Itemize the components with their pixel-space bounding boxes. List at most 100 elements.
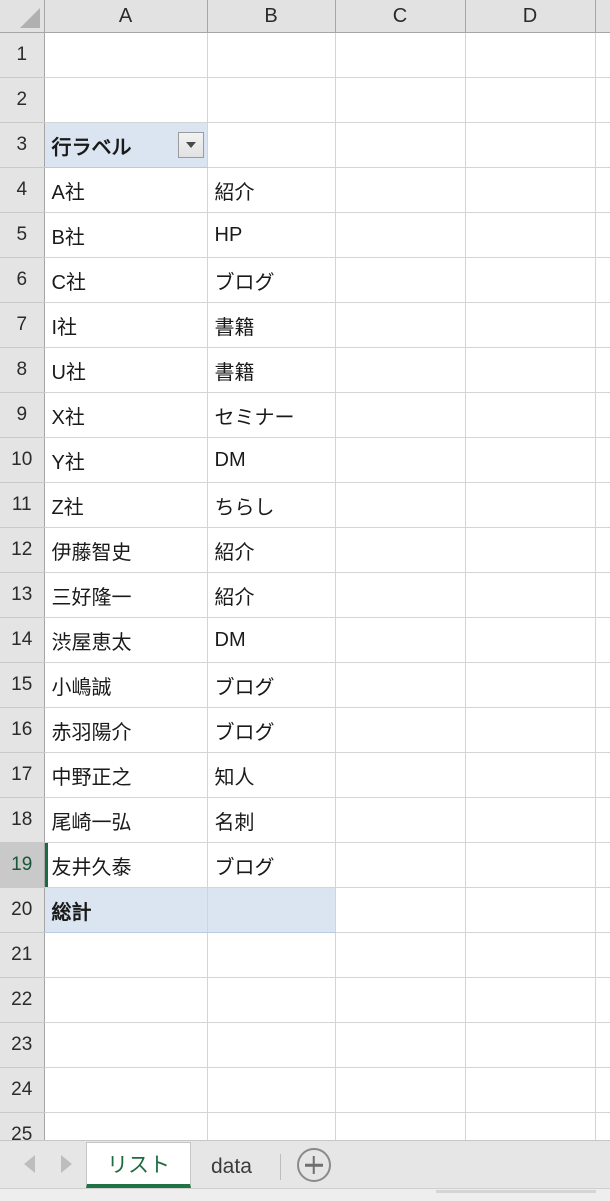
cell-B7[interactable]: 書籍: [207, 302, 336, 348]
cell-E10[interactable]: [595, 437, 610, 483]
cell-B18[interactable]: 名刺: [207, 797, 336, 843]
cell-C20[interactable]: [335, 887, 466, 933]
column-header-d[interactable]: D: [465, 0, 596, 33]
cell-B15[interactable]: ブログ: [207, 662, 336, 708]
cell-D3[interactable]: [465, 122, 596, 168]
row-header-24[interactable]: 24: [0, 1067, 45, 1113]
cell-B4[interactable]: 紹介: [207, 167, 336, 213]
cell-D22[interactable]: [465, 977, 596, 1023]
cell-E1[interactable]: [595, 32, 610, 78]
row-header-4[interactable]: 4: [0, 167, 45, 213]
cell-A1[interactable]: [44, 32, 208, 78]
cell-E21[interactable]: [595, 932, 610, 978]
cell-A18[interactable]: 尾崎一弘: [44, 797, 208, 843]
cell-A10[interactable]: Y社: [44, 437, 208, 483]
cell-A9[interactable]: X社: [44, 392, 208, 438]
cell-E17[interactable]: [595, 752, 610, 798]
cell-C13[interactable]: [335, 572, 466, 618]
cell-C16[interactable]: [335, 707, 466, 753]
cell-D16[interactable]: [465, 707, 596, 753]
cell-D18[interactable]: [465, 797, 596, 843]
nav-next-icon[interactable]: [61, 1155, 72, 1173]
row-header-15[interactable]: 15: [0, 662, 45, 708]
cell-B6[interactable]: ブログ: [207, 257, 336, 303]
cell-B16[interactable]: ブログ: [207, 707, 336, 753]
cell-E8[interactable]: [595, 347, 610, 393]
cell-D13[interactable]: [465, 572, 596, 618]
cell-D8[interactable]: [465, 347, 596, 393]
zoom-slider-strip[interactable]: [436, 1190, 596, 1193]
cell-B3[interactable]: [207, 122, 336, 168]
cell-A22[interactable]: [44, 977, 208, 1023]
cell-E20[interactable]: [595, 887, 610, 933]
row-header-7[interactable]: 7: [0, 302, 45, 348]
cell-A5[interactable]: B社: [44, 212, 208, 258]
cell-D17[interactable]: [465, 752, 596, 798]
cell-C7[interactable]: [335, 302, 466, 348]
row-header-1[interactable]: 1: [0, 32, 45, 78]
cell-D10[interactable]: [465, 437, 596, 483]
cell-E19[interactable]: [595, 842, 610, 888]
cell-C4[interactable]: [335, 167, 466, 213]
cell-D23[interactable]: [465, 1022, 596, 1068]
row-header-21[interactable]: 21: [0, 932, 45, 978]
cell-C24[interactable]: [335, 1067, 466, 1113]
row-header-5[interactable]: 5: [0, 212, 45, 258]
row-header-6[interactable]: 6: [0, 257, 45, 303]
cell-A14[interactable]: 渋屋恵太: [44, 617, 208, 663]
row-header-17[interactable]: 17: [0, 752, 45, 798]
cell-C22[interactable]: [335, 977, 466, 1023]
cell-A12[interactable]: 伊藤智史: [44, 527, 208, 573]
cell-C12[interactable]: [335, 527, 466, 573]
sheet-tab-list[interactable]: リスト: [86, 1142, 191, 1188]
cell-E14[interactable]: [595, 617, 610, 663]
row-header-11[interactable]: 11: [0, 482, 45, 528]
row-header-8[interactable]: 8: [0, 347, 45, 393]
cell-E6[interactable]: [595, 257, 610, 303]
cell-C3[interactable]: [335, 122, 466, 168]
cell-D15[interactable]: [465, 662, 596, 708]
cell-A19[interactable]: 友井久泰: [44, 842, 208, 888]
cell-C1[interactable]: [335, 32, 466, 78]
cell-C15[interactable]: [335, 662, 466, 708]
cell-C9[interactable]: [335, 392, 466, 438]
cell-D11[interactable]: [465, 482, 596, 528]
column-header-b[interactable]: B: [207, 0, 336, 33]
cell-A11[interactable]: Z社: [44, 482, 208, 528]
cell-D9[interactable]: [465, 392, 596, 438]
cell-C14[interactable]: [335, 617, 466, 663]
cell-C23[interactable]: [335, 1022, 466, 1068]
sheet-tab-data[interactable]: data: [191, 1146, 272, 1188]
cell-A20[interactable]: 総計: [44, 887, 208, 933]
nav-prev-icon[interactable]: [24, 1155, 35, 1173]
cell-A7[interactable]: I社: [44, 302, 208, 348]
cell-E9[interactable]: [595, 392, 610, 438]
row-header-22[interactable]: 22: [0, 977, 45, 1023]
cell-E4[interactable]: [595, 167, 610, 213]
row-header-19[interactable]: 19: [0, 842, 45, 888]
row-header-20[interactable]: 20: [0, 887, 45, 933]
cell-C18[interactable]: [335, 797, 466, 843]
cell-B5[interactable]: HP: [207, 212, 336, 258]
cell-A3[interactable]: 行ラベル: [44, 122, 208, 168]
cell-D12[interactable]: [465, 527, 596, 573]
cell-B2[interactable]: [207, 77, 336, 123]
cell-E25[interactable]: [595, 1112, 610, 1140]
row-header-16[interactable]: 16: [0, 707, 45, 753]
cell-A25[interactable]: [44, 1112, 208, 1140]
row-header-9[interactable]: 9: [0, 392, 45, 438]
cell-D1[interactable]: [465, 32, 596, 78]
cell-E16[interactable]: [595, 707, 610, 753]
cell-B1[interactable]: [207, 32, 336, 78]
cell-D21[interactable]: [465, 932, 596, 978]
cell-B17[interactable]: 知人: [207, 752, 336, 798]
row-header-23[interactable]: 23: [0, 1022, 45, 1068]
cell-E12[interactable]: [595, 527, 610, 573]
cell-D6[interactable]: [465, 257, 596, 303]
cell-B8[interactable]: 書籍: [207, 347, 336, 393]
cell-A23[interactable]: [44, 1022, 208, 1068]
cell-D4[interactable]: [465, 167, 596, 213]
cell-A13[interactable]: 三好隆一: [44, 572, 208, 618]
cell-B10[interactable]: DM: [207, 437, 336, 483]
cell-C2[interactable]: [335, 77, 466, 123]
